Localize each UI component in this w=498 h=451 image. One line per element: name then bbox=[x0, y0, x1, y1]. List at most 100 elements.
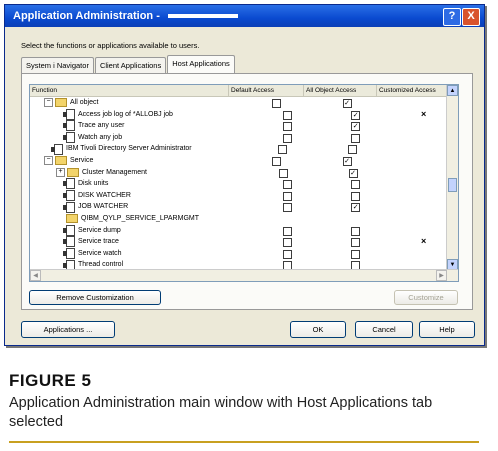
customized-access-cell bbox=[382, 97, 454, 109]
function-icon bbox=[63, 224, 75, 236]
scroll-thumb[interactable] bbox=[448, 178, 457, 192]
default-access-checkbox[interactable] bbox=[283, 180, 293, 190]
help-button[interactable]: Help bbox=[419, 321, 475, 338]
collapse-icon[interactable]: − bbox=[44, 156, 53, 166]
table-row[interactable]: Service trace × bbox=[30, 236, 458, 248]
all-object-access-checkbox[interactable]: ✓ bbox=[342, 156, 352, 166]
default-access-checkbox[interactable] bbox=[283, 133, 293, 143]
default-access-cell bbox=[253, 190, 322, 202]
default-access-checkbox[interactable] bbox=[283, 249, 293, 259]
table-body: − All object ✓ Access job log of *ALLOBJ jo… bbox=[30, 97, 458, 271]
collapse-icon[interactable]: − bbox=[44, 98, 53, 108]
expand-icon[interactable]: + bbox=[56, 167, 65, 177]
default-access-checkbox[interactable] bbox=[283, 110, 293, 120]
all-object-access-checkbox[interactable]: ✓ bbox=[351, 122, 361, 132]
horizontal-scrollbar[interactable]: ◀ ▶ bbox=[30, 269, 458, 281]
scroll-up-icon[interactable]: ▲ bbox=[447, 85, 458, 96]
function-label: JOB WATCHER bbox=[78, 203, 129, 211]
default-access-checkbox[interactable] bbox=[283, 122, 293, 132]
scroll-right-icon[interactable]: ▶ bbox=[436, 270, 447, 281]
all-object-access-checkbox[interactable]: ✓ bbox=[348, 168, 358, 178]
cancel-button[interactable]: Cancel bbox=[355, 321, 413, 338]
ok-button[interactable]: OK bbox=[290, 321, 346, 338]
close-icon[interactable]: X bbox=[462, 8, 480, 26]
tab-client-applications[interactable]: Client Applications bbox=[94, 57, 167, 74]
function-icon bbox=[63, 178, 75, 190]
folder-icon bbox=[55, 98, 67, 108]
table-row[interactable]: Service dump bbox=[30, 224, 458, 237]
default-access-cell bbox=[253, 213, 322, 225]
all-object-access-checkbox[interactable]: ✓ bbox=[342, 99, 352, 108]
function-cell: IBM Tivoli Directory Server Administrato… bbox=[30, 143, 247, 155]
all-object-access-checkbox[interactable] bbox=[351, 249, 361, 259]
table-row[interactable]: Service watch bbox=[30, 248, 458, 260]
function-icon bbox=[63, 132, 75, 144]
default-access-checkbox[interactable] bbox=[278, 145, 288, 155]
default-access-checkbox[interactable] bbox=[283, 191, 293, 201]
table-row[interactable]: Access job log of *ALLOBJ job ✓ × bbox=[30, 109, 458, 121]
title-bar: Application Administration - bbox=[5, 5, 484, 27]
function-cell: Service trace bbox=[30, 236, 253, 248]
tab-host-applications[interactable]: Host Applications bbox=[167, 55, 235, 74]
table-row[interactable]: IBM Tivoli Directory Server Administrato… bbox=[30, 143, 458, 155]
default-access-checkbox[interactable] bbox=[283, 226, 293, 236]
all-object-access-cell: ✓ bbox=[322, 109, 389, 121]
tab-system-i-navigator[interactable]: System i Navigator bbox=[21, 57, 94, 74]
function-icon bbox=[63, 248, 75, 260]
table-row[interactable]: QIBM_QYLP_SERVICE_LPARMGMT bbox=[30, 213, 458, 225]
column-header-all-object-access[interactable]: All Object Access bbox=[304, 85, 377, 96]
vertical-scrollbar[interactable]: ▲ ▼ bbox=[446, 85, 458, 270]
all-object-access-checkbox[interactable] bbox=[348, 145, 358, 155]
customize-button[interactable]: Customize bbox=[394, 290, 458, 305]
function-cell: Service dump bbox=[30, 224, 253, 237]
function-cell: QIBM_QYLP_SERVICE_LPARMGMT bbox=[30, 213, 253, 225]
function-icon bbox=[63, 108, 75, 120]
redacted-system-name bbox=[167, 14, 238, 18]
function-label: All object bbox=[70, 99, 99, 106]
column-header-default-access[interactable]: Default Access bbox=[229, 85, 304, 96]
default-access-checkbox[interactable] bbox=[283, 238, 293, 248]
function-label: Trace any user bbox=[78, 122, 125, 130]
scroll-left-icon[interactable]: ◀ bbox=[30, 270, 41, 281]
default-access-checkbox[interactable] bbox=[278, 168, 288, 178]
function-label: Service bbox=[70, 156, 94, 164]
default-access-checkbox[interactable] bbox=[271, 156, 281, 166]
default-access-cell bbox=[253, 248, 322, 260]
table-header: Function Default Access All Object Acces… bbox=[30, 85, 458, 97]
all-object-access-checkbox[interactable] bbox=[351, 133, 361, 143]
table-row[interactable]: Trace any user ✓ bbox=[30, 120, 458, 132]
all-object-access-cell: ✓ bbox=[312, 155, 382, 167]
function-cell: Trace any user bbox=[30, 120, 253, 132]
all-object-access-checkbox[interactable]: ✓ bbox=[351, 110, 361, 120]
column-header-function[interactable]: Function bbox=[30, 85, 229, 96]
default-access-cell bbox=[253, 236, 322, 248]
all-object-access-checkbox[interactable] bbox=[351, 238, 361, 248]
all-object-access-checkbox[interactable] bbox=[351, 226, 361, 236]
function-icon bbox=[63, 201, 75, 213]
window-title: Application Administration - bbox=[13, 10, 160, 22]
all-object-access-checkbox[interactable]: ✓ bbox=[351, 203, 361, 213]
table-row[interactable]: JOB WATCHER ✓ bbox=[30, 201, 458, 213]
table-row[interactable]: − Service ✓ bbox=[30, 155, 458, 167]
default-access-cell bbox=[253, 132, 322, 144]
all-object-access-checkbox[interactable] bbox=[351, 180, 361, 190]
table-row[interactable]: Watch any job bbox=[30, 132, 458, 144]
remove-customization-button[interactable]: Remove Customization bbox=[29, 290, 161, 305]
all-object-access-cell: ✓ bbox=[319, 167, 388, 179]
table-row[interactable]: + Cluster Management ✓ bbox=[30, 167, 458, 179]
applications-button[interactable]: Applications ... bbox=[21, 321, 115, 338]
default-access-checkbox[interactable] bbox=[283, 203, 293, 213]
default-access-checkbox[interactable] bbox=[271, 99, 281, 108]
default-access-cell bbox=[253, 109, 322, 121]
table-row[interactable]: DISK WATCHER bbox=[30, 190, 458, 202]
table-row[interactable]: − All object ✓ bbox=[30, 97, 458, 109]
all-object-access-cell bbox=[322, 213, 389, 225]
column-header-customized-access[interactable]: Customized Access bbox=[377, 85, 452, 96]
customized-access-cell bbox=[382, 155, 454, 167]
function-icon bbox=[63, 120, 75, 132]
function-cell: JOB WATCHER bbox=[30, 201, 253, 213]
help-title-button[interactable]: ? bbox=[443, 8, 461, 26]
table-row[interactable]: Disk units bbox=[30, 178, 458, 190]
function-cell: − All object bbox=[30, 97, 240, 109]
all-object-access-checkbox[interactable] bbox=[351, 191, 361, 201]
